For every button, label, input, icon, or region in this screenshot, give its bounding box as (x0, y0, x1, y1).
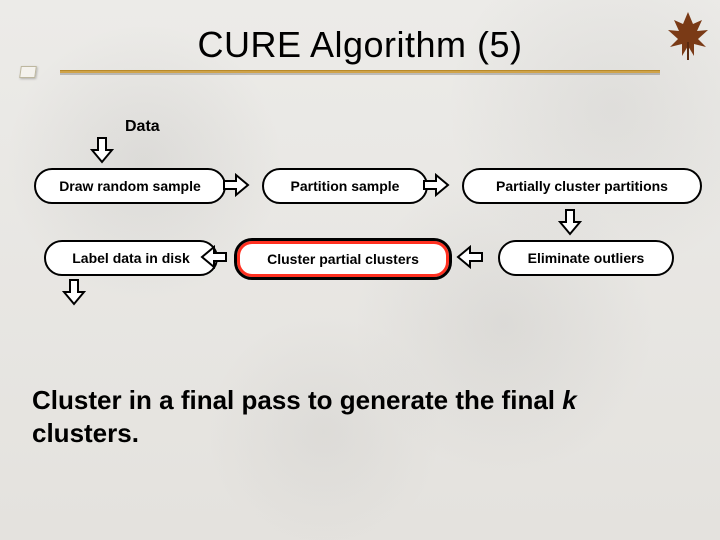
arrow-left-icon (456, 245, 484, 269)
final-text-prefix: Cluster in a final pass to generate the … (32, 385, 562, 415)
box-eliminate-outliers: Eliminate outliers (498, 240, 674, 276)
arrow-left-icon (200, 245, 228, 269)
final-statement: Cluster in a final pass to generate the … (32, 384, 688, 449)
arrow-right-icon (222, 173, 250, 197)
final-text-suffix: clusters. (32, 418, 139, 448)
box-draw-random-sample: Draw random sample (34, 168, 226, 204)
data-label: Data (125, 118, 160, 136)
box-partition-sample: Partition sample (262, 168, 428, 204)
box-partially-cluster-partitions: Partially cluster partitions (462, 168, 702, 204)
box-label-data-in-disk: Label data in disk (44, 240, 218, 276)
arrow-down-icon (558, 208, 582, 236)
leaf-icon (658, 2, 718, 62)
slide: CURE Algorithm (5) Data Draw random samp… (0, 0, 720, 540)
arrow-down-icon (90, 136, 114, 164)
title-bar: CURE Algorithm (5) (60, 24, 660, 73)
arrow-right-icon (422, 173, 450, 197)
arrow-down-icon (62, 278, 86, 306)
title-underline (60, 70, 660, 73)
box-cluster-partial-clusters: Cluster partial clusters (234, 238, 452, 280)
final-text-k: k (562, 385, 576, 415)
slide-title: CURE Algorithm (5) (60, 24, 660, 66)
